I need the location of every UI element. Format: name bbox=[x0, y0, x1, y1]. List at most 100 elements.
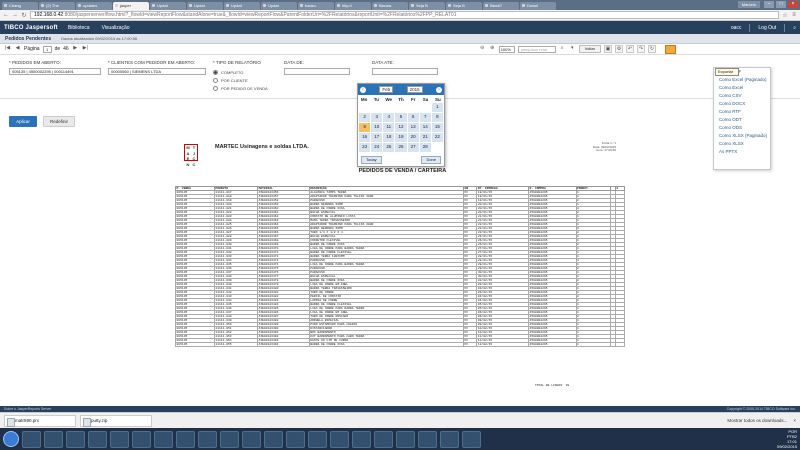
day-cell[interactable]: 7 bbox=[419, 113, 431, 122]
search-icon[interactable]: ⌕ bbox=[559, 45, 566, 53]
radio-selected-icon[interactable] bbox=[213, 70, 218, 75]
day-cell[interactable]: 6 bbox=[407, 113, 419, 122]
close-icon[interactable]: × bbox=[793, 418, 796, 423]
browser-tab[interactable]: Chang bbox=[2, 2, 38, 10]
redo-icon[interactable]: ↷ bbox=[636, 45, 645, 53]
day-cell[interactable]: 10 bbox=[371, 123, 383, 132]
options-icon[interactable]: ⚙ bbox=[614, 45, 623, 53]
reset-button[interactable]: Redefinir bbox=[43, 116, 75, 127]
show-all-downloads-link[interactable]: Mostrar todos os downloads... bbox=[727, 418, 787, 423]
close-icon[interactable]: × bbox=[788, 1, 798, 8]
radio-completo[interactable]: COMPLETO bbox=[213, 70, 243, 75]
zoom-select[interactable]: 100% bbox=[498, 45, 515, 53]
last-page-icon[interactable]: ▶| bbox=[82, 45, 89, 53]
export-menu-item[interactable]: Como CSV bbox=[714, 92, 770, 100]
browser-tab[interactable]: BlackT bbox=[483, 2, 519, 10]
next-month-icon[interactable]: › bbox=[436, 86, 442, 93]
save-icon[interactable]: ▣ bbox=[603, 45, 612, 53]
chrome-icon[interactable] bbox=[44, 430, 63, 448]
day-cell[interactable]: 13 bbox=[407, 123, 419, 132]
refresh-icon[interactable]: ↻ bbox=[647, 45, 656, 53]
day-cell[interactable]: 1 bbox=[431, 103, 443, 112]
download-item[interactable]: matr590.prx bbox=[4, 414, 76, 427]
day-cell[interactable]: 9 bbox=[359, 123, 371, 132]
skype-icon[interactable] bbox=[88, 430, 107, 448]
browser-tab[interactable]: Updat bbox=[150, 2, 186, 10]
browser-tab[interactable]: (2) The bbox=[39, 2, 75, 10]
app6-icon[interactable] bbox=[374, 430, 393, 448]
browser-tab[interactable]: Bacula bbox=[372, 2, 408, 10]
clientes-select[interactable]: 00000560 | SIEMENS LTDA bbox=[108, 68, 206, 75]
day-cell[interactable]: 12 bbox=[395, 123, 407, 132]
zoom-out-icon[interactable]: ⊖ bbox=[479, 45, 486, 53]
app8-icon[interactable] bbox=[418, 430, 437, 448]
radio-icon[interactable] bbox=[213, 78, 218, 83]
day-cell[interactable]: 2 bbox=[359, 113, 371, 122]
app-icon[interactable] bbox=[264, 430, 283, 448]
day-cell[interactable]: 14 bbox=[419, 123, 431, 132]
next-page-icon[interactable]: ▶ bbox=[72, 45, 79, 53]
reload-icon[interactable]: ↻ bbox=[21, 12, 27, 19]
download-item[interactable]: putty.zip bbox=[80, 414, 152, 427]
export-menu-item[interactable]: Como Excel bbox=[714, 84, 770, 92]
settings-icon[interactable] bbox=[198, 430, 217, 448]
minimize-icon[interactable]: – bbox=[764, 1, 774, 8]
app7-icon[interactable] bbox=[396, 430, 415, 448]
apply-button[interactable]: Aplicar bbox=[9, 116, 37, 127]
maximize-icon[interactable]: □ bbox=[776, 1, 786, 8]
excel-icon[interactable] bbox=[176, 430, 195, 448]
app10-icon[interactable] bbox=[462, 430, 481, 448]
day-cell[interactable]: 3 bbox=[371, 113, 383, 122]
app3-icon[interactable] bbox=[308, 430, 327, 448]
export-button[interactable] bbox=[664, 44, 676, 54]
menu-biblioteca[interactable]: Biblioteca bbox=[68, 25, 90, 31]
radio-icon[interactable] bbox=[213, 86, 218, 91]
note-icon[interactable] bbox=[220, 430, 239, 448]
logout-link[interactable]: Log Out bbox=[758, 25, 776, 31]
export-menu-item[interactable]: Como ODS bbox=[714, 124, 770, 132]
prev-page-icon[interactable]: ◀ bbox=[14, 45, 21, 53]
app5-icon[interactable] bbox=[352, 430, 371, 448]
day-cell[interactable]: 4 bbox=[383, 113, 395, 122]
browser-menu-icon[interactable]: ≡ bbox=[791, 12, 797, 18]
export-menu-item[interactable]: Como RTF bbox=[714, 108, 770, 116]
data-ate-input[interactable] bbox=[372, 68, 438, 75]
browser-tab[interactable]: http:// bbox=[335, 2, 371, 10]
export-menu-item[interactable]: As PPTX bbox=[714, 148, 770, 156]
export-menu-item[interactable]: Como ODT bbox=[714, 116, 770, 124]
zoom-in-icon[interactable]: ⊕ bbox=[489, 45, 496, 53]
radio-por-cliente[interactable]: POR CLIENTE bbox=[213, 78, 248, 83]
day-cell[interactable]: 5 bbox=[395, 113, 407, 122]
app2-icon[interactable] bbox=[286, 430, 305, 448]
report-search-input[interactable]: pesquisar relat bbox=[517, 45, 556, 53]
url-input[interactable]: 192.168.0.42:8080/jasperserver/flow.html… bbox=[30, 11, 779, 19]
browser-tab[interactable]: updates bbox=[76, 2, 112, 10]
export-menu-item[interactable]: Como XLSX bbox=[714, 140, 770, 148]
prev-month-icon[interactable]: ‹ bbox=[360, 86, 366, 93]
export-menu-item[interactable]: Como Excel (Paginado) bbox=[714, 76, 770, 84]
search-icon[interactable]: ⌕ bbox=[793, 25, 796, 31]
term-icon[interactable] bbox=[242, 430, 261, 448]
browser-tab[interactable]: backu bbox=[298, 2, 334, 10]
back-arrow-icon[interactable]: ← bbox=[3, 12, 9, 18]
browser-tab[interactable]: Updat bbox=[261, 2, 297, 10]
menu-visualizacao[interactable]: Visualização bbox=[102, 25, 130, 31]
start-button-icon[interactable] bbox=[3, 431, 19, 447]
export-menu-item[interactable]: Como XLSX (Paginado) bbox=[714, 132, 770, 140]
browser-tab[interactable]: Downl bbox=[520, 2, 556, 10]
year-select[interactable]: 2015 bbox=[406, 86, 423, 93]
undo-icon[interactable]: ↶ bbox=[625, 45, 634, 53]
browser-tab[interactable]: jasper bbox=[113, 2, 149, 10]
back-button[interactable]: Voltar bbox=[578, 45, 601, 53]
browser-tab[interactable]: Updat bbox=[187, 2, 223, 10]
month-select[interactable]: Feb bbox=[379, 86, 394, 93]
browser-tab[interactable]: Seja B bbox=[446, 2, 482, 10]
calc-icon[interactable] bbox=[154, 430, 173, 448]
day-cell[interactable]: 15 bbox=[431, 123, 443, 132]
day-cell[interactable]: 11 bbox=[383, 123, 395, 132]
radio-por-pedido[interactable]: POR PEDIDO DE VENDA bbox=[213, 86, 268, 91]
export-menu-item[interactable]: Como DOCX bbox=[714, 100, 770, 108]
first-page-icon[interactable]: |◀ bbox=[4, 45, 11, 53]
media-icon[interactable] bbox=[132, 430, 151, 448]
pedidos-select[interactable]: 005135 | 4500002295 | 000114491 bbox=[9, 68, 101, 75]
